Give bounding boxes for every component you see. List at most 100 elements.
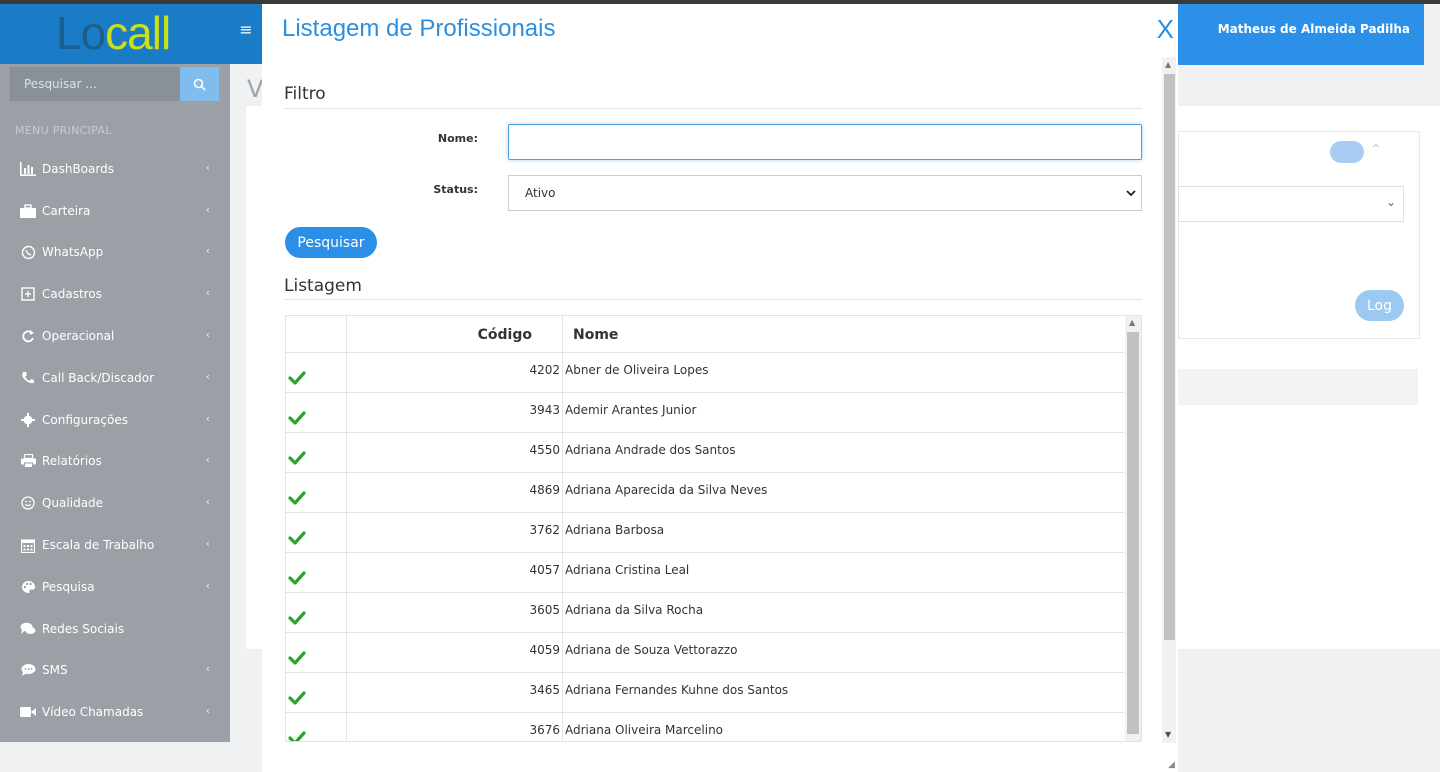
sidebar-item-relat-rios[interactable]: Relatórios ‹ [0,441,230,483]
status-cell [286,633,346,673]
sidebar-item-call-back-discador[interactable]: Call Back/Discador ‹ [0,357,230,399]
sidebar-item-pesquisa[interactable]: Pesquisa ‹ [0,566,230,608]
log-button[interactable]: Log [1355,290,1404,321]
sidebar-item-carteira[interactable]: Carteira ‹ [0,190,230,232]
chevron-up-icon[interactable]: ⌃ [1370,142,1382,158]
page-title-fragment: V [247,75,264,103]
chevron-left-icon: ‹ [205,370,210,384]
table-row[interactable]: 3465 Adriana Fernandes Kuhne dos Santos [286,673,1124,713]
chevron-left-icon: ‹ [205,704,210,718]
sidebar-item-sms[interactable]: SMS ‹ [0,650,230,692]
column-header-codigo[interactable]: Código [346,316,562,353]
status-cell [286,433,346,473]
topbar-user[interactable]: Matheus de Almeida Padilha [1178,4,1424,65]
background-select[interactable] [1178,186,1404,222]
nome-cell: Adriana Oliveira Marcelino [562,713,1124,741]
chevron-left-icon: ‹ [205,453,210,467]
professionals-modal: Listagem de Profissionais X Filtro Nome:… [262,4,1178,772]
menu-toggle-button[interactable]: ≡ [230,4,262,64]
resize-grip-icon[interactable]: ◢ [1168,760,1175,770]
nome-cell: Ademir Arantes Junior [562,393,1124,433]
chevron-down-icon: ⌄ [1386,195,1397,209]
table-row[interactable]: 3676 Adriana Oliveira Marcelino [286,713,1124,741]
check-icon [288,531,306,545]
comments-icon [19,621,37,637]
list-section-title: Listagem [284,276,362,296]
codigo-cell: 4550 [346,433,562,473]
background-toggle[interactable] [1330,141,1364,163]
logo-area[interactable]: Locall [0,4,230,64]
chevron-left-icon: ‹ [205,286,210,300]
phone-icon [19,370,37,386]
nome-input[interactable] [508,124,1142,160]
chevron-left-icon: ‹ [205,495,210,509]
status-select[interactable]: Ativo [508,175,1142,211]
status-cell [286,393,346,433]
sidebar-item-cadastros[interactable]: Cadastros ‹ [0,273,230,315]
scroll-up-icon[interactable]: ▲ [1165,60,1171,69]
check-icon [288,451,306,465]
status-cell [286,553,346,593]
chevron-left-icon: ‹ [205,244,210,258]
sidebar-item-escala-de-trabalho[interactable]: Escala de Trabalho ‹ [0,524,230,566]
printer-icon [19,453,37,469]
table-row[interactable]: 4869 Adriana Aparecida da Silva Neves [286,473,1124,513]
modal-scrollbar-thumb[interactable] [1164,74,1175,640]
sidebar-item-v-deo-chamadas[interactable]: Vídeo Chamadas ‹ [0,691,230,733]
check-icon [288,571,306,585]
codigo-cell: 4869 [346,473,562,513]
chevron-left-icon: ‹ [205,662,210,676]
modal-title: Listagem de Profissionais [282,15,556,42]
app-logo: Locall [56,7,171,59]
table-row[interactable]: 3943 Ademir Arantes Junior [286,393,1124,433]
status-cell [286,713,346,741]
nome-label: Nome: [437,132,478,145]
table-row[interactable]: 4057 Adriana Cristina Leal [286,553,1124,593]
sidebar-item-whatsapp[interactable]: WhatsApp ‹ [0,232,230,274]
bar-chart-icon [19,161,37,177]
sidebar-item-label: Relatórios [42,454,102,469]
user-name: Matheus de Almeida Padilha [1217,22,1410,36]
menu-header: MENU PRINCIPAL [15,124,112,137]
whatsapp-icon [19,244,37,260]
sidebar-item-operacional[interactable]: Operacional ‹ [0,315,230,357]
sidebar-menu: DashBoards ‹ Carteira ‹ WhatsApp ‹ Cadastros ‹ O… [0,148,230,733]
sidebar-item-dashboards[interactable]: DashBoards ‹ [0,148,230,190]
sidebar-item-label: Carteira [42,203,91,218]
filter-section-title: Filtro [284,84,326,104]
sidebar-item-redes-sociais[interactable]: Redes Sociais [0,608,230,650]
sidebar-item-label: Escala de Trabalho [42,538,155,553]
status-cell [286,593,346,633]
divider [284,108,1142,109]
sidebar-search-button[interactable] [180,67,219,101]
sidebar-search-input[interactable] [10,67,180,101]
table-row[interactable]: 3762 Adriana Barbosa [286,513,1124,553]
nome-cell: Adriana Fernandes Kuhne dos Santos [562,673,1124,713]
scroll-up-icon[interactable]: ▲ [1129,318,1135,327]
scroll-down-icon[interactable]: ▼ [1165,730,1171,739]
column-header-nome[interactable]: Nome [562,316,1124,353]
search-button[interactable]: Pesquisar [285,227,377,258]
codigo-cell: 4057 [346,553,562,593]
close-button[interactable]: X [1157,14,1174,45]
search-icon [193,78,206,91]
chevron-left-icon: ‹ [205,161,210,175]
table-row[interactable]: 4059 Adriana de Souza Vettorazzo [286,633,1124,673]
sidebar-item-label: Qualidade [42,496,104,511]
palette-icon [19,579,37,595]
table-row[interactable]: 3605 Adriana da Silva Rocha [286,593,1124,633]
nome-cell: Adriana Barbosa [562,513,1124,553]
status-cell [286,513,346,553]
sidebar-item-label: Redes Sociais [42,621,125,636]
table-row[interactable]: 4550 Adriana Andrade dos Santos [286,433,1124,473]
smile-icon [19,495,37,511]
calendar-icon [19,537,37,553]
table-row[interactable]: 4202 Abner de Oliveira Lopes [286,353,1124,393]
sidebar-item-configura-es[interactable]: Configurações ‹ [0,399,230,441]
chevron-down-icon [1126,190,1136,197]
codigo-cell: 3762 [346,513,562,553]
status-value: Ativo [525,186,556,200]
table-scrollbar-thumb[interactable] [1127,332,1139,734]
table-header: Código Nome [286,316,1124,353]
sidebar-item-qualidade[interactable]: Qualidade ‹ [0,482,230,524]
